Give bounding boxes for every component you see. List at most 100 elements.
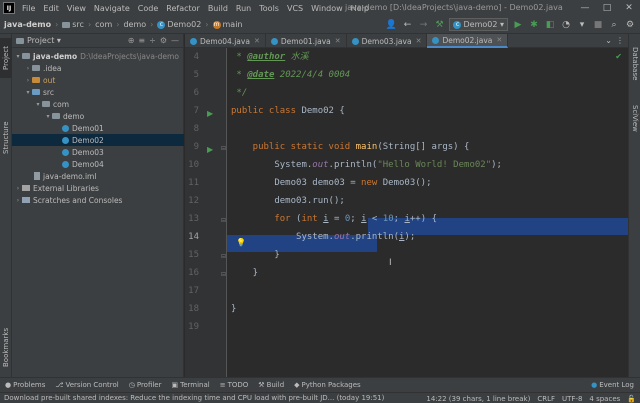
indent-setting[interactable]: 4 spaces bbox=[589, 395, 620, 403]
tree-item-demo03[interactable]: Demo03 bbox=[12, 146, 184, 158]
tree-item-idea[interactable]: › .idea bbox=[12, 62, 184, 74]
more-run-icon[interactable]: ▾ bbox=[576, 19, 588, 31]
tab-demo02[interactable]: Demo02.java ✕ bbox=[427, 34, 509, 48]
tree-item-label: java-demo.iml bbox=[43, 171, 97, 181]
menu-edit[interactable]: Edit bbox=[39, 4, 63, 13]
tree-item-label: demo bbox=[63, 111, 85, 121]
breadcrumb-src[interactable]: src bbox=[60, 20, 86, 29]
code-token: .println( bbox=[328, 160, 378, 170]
hide-icon[interactable]: — bbox=[171, 36, 179, 45]
method-icon: m bbox=[212, 20, 221, 29]
close-icon[interactable]: ✕ bbox=[496, 36, 502, 44]
profiler-tab[interactable]: ◷ Profiler bbox=[124, 381, 167, 389]
debug-icon[interactable]: ✱ bbox=[528, 19, 540, 31]
build-tab[interactable]: ⚒ Build bbox=[253, 381, 289, 389]
fold-icon[interactable]: ⊟ bbox=[221, 145, 226, 152]
event-log-label: Event Log bbox=[599, 381, 634, 389]
tab-demo01[interactable]: Demo01.java ✕ bbox=[266, 34, 347, 48]
minimize-button[interactable]: — bbox=[574, 0, 596, 16]
line-separator[interactable]: CRLF bbox=[537, 395, 555, 403]
file-encoding[interactable]: UTF-8 bbox=[562, 395, 582, 403]
search-icon[interactable]: ⌕ bbox=[608, 19, 620, 31]
tree-item-scratches[interactable]: › Scratches and Consoles bbox=[12, 194, 184, 206]
bookmarks-tool-tab[interactable]: Bookmarks bbox=[0, 324, 12, 370]
close-window-button[interactable]: ✕ bbox=[618, 0, 640, 16]
user-icon[interactable]: 👤 bbox=[385, 19, 397, 31]
tree-item-demo04[interactable]: Demo04 bbox=[12, 158, 184, 170]
project-view-select[interactable]: Project ▾ bbox=[27, 36, 61, 45]
line-number: 7 bbox=[193, 106, 199, 116]
todo-tab[interactable]: ≡ TODO bbox=[215, 381, 254, 389]
breadcrumb-project[interactable]: java-demo bbox=[0, 20, 53, 29]
terminal-tab[interactable]: ▣ Terminal bbox=[167, 381, 215, 389]
run-class-icon[interactable]: ▶ bbox=[207, 109, 213, 118]
sciview-tool-tab[interactable]: SciView bbox=[629, 98, 640, 138]
event-log-tab[interactable]: ● Event Log bbox=[586, 381, 640, 389]
tree-item-demo[interactable]: ▾ demo bbox=[12, 110, 184, 122]
python-packages-tab[interactable]: ◆ Python Packages bbox=[289, 381, 366, 389]
tree-item-demo01[interactable]: Demo01 bbox=[12, 122, 184, 134]
run-main-icon[interactable]: ▶ bbox=[207, 145, 213, 154]
fold-icon[interactable]: ⊟ bbox=[221, 217, 226, 224]
stop-icon[interactable]: ■ bbox=[592, 19, 604, 31]
maximize-button[interactable]: □ bbox=[596, 0, 618, 16]
breadcrumb-demo[interactable]: demo bbox=[121, 20, 148, 29]
profile-icon[interactable]: ◔ bbox=[560, 19, 572, 31]
hammer-icon[interactable]: ⚒ bbox=[433, 19, 445, 31]
menu-navigate[interactable]: Navigate bbox=[90, 4, 134, 13]
tree-item-com[interactable]: ▾ com bbox=[12, 98, 184, 110]
tree-item-java-demo[interactable]: ▾ java-demo D:\IdeaProjects\java-demo bbox=[12, 50, 184, 62]
tab-list-icon[interactable]: ⌄ bbox=[605, 36, 612, 45]
caret-position[interactable]: 14:22 (39 chars, 1 line break) bbox=[426, 395, 530, 403]
back-arrow-icon[interactable]: ← bbox=[401, 19, 413, 31]
run-icon[interactable]: ▶ bbox=[512, 19, 524, 31]
coverage-icon[interactable]: ◧ bbox=[544, 19, 556, 31]
menu-file[interactable]: File bbox=[18, 4, 39, 13]
status-message[interactable]: Download pre-built shared indexes: Reduc… bbox=[0, 394, 384, 402]
fold-icon[interactable]: ⊟ bbox=[221, 253, 226, 260]
version-control-tab[interactable]: ⎇ Version Control bbox=[50, 381, 123, 389]
menu-window[interactable]: Window bbox=[307, 4, 347, 13]
lock-icon[interactable]: 🔓 bbox=[627, 395, 636, 403]
locate-icon[interactable]: ⊕ bbox=[128, 36, 135, 45]
close-icon[interactable]: ✕ bbox=[254, 37, 260, 45]
menu-code[interactable]: Code bbox=[134, 4, 162, 13]
tree-item-out[interactable]: › out bbox=[12, 74, 184, 86]
fold-icon[interactable]: ⊟ bbox=[221, 271, 226, 278]
menu-view[interactable]: View bbox=[63, 4, 90, 13]
tree-item-src[interactable]: ▾ src bbox=[12, 86, 184, 98]
tab-demo03[interactable]: Demo03.java ✕ bbox=[347, 34, 428, 48]
code-token: * bbox=[231, 52, 248, 62]
menu-run[interactable]: Run bbox=[232, 4, 255, 13]
inspection-ok-icon[interactable]: ✔ bbox=[615, 52, 622, 61]
settings-icon[interactable]: ⚙ bbox=[624, 19, 636, 31]
structure-tool-tab[interactable]: Structure bbox=[0, 118, 12, 158]
collapse-all-icon[interactable]: ÷ bbox=[149, 36, 156, 45]
close-icon[interactable]: ✕ bbox=[416, 37, 422, 45]
problems-tab[interactable]: ● Problems bbox=[0, 381, 50, 389]
run-configuration-select[interactable]: c Demo02 ▾ bbox=[449, 18, 508, 31]
menu-tools[interactable]: Tools bbox=[255, 4, 283, 13]
breadcrumb-com[interactable]: com bbox=[93, 20, 114, 29]
forward-arrow-icon[interactable]: → bbox=[417, 19, 429, 31]
menu-refactor[interactable]: Refactor bbox=[162, 4, 204, 13]
breadcrumb-demo02[interactable]: c Demo02 bbox=[155, 20, 203, 29]
tree-item-demo02[interactable]: Demo02 bbox=[12, 134, 184, 146]
chevron-down-icon: ▾ bbox=[36, 100, 40, 108]
scratches-icon bbox=[22, 197, 30, 203]
tab-demo04[interactable]: Demo04.java ✕ bbox=[185, 34, 266, 48]
menu-vcs[interactable]: VCS bbox=[283, 4, 307, 13]
menu-build[interactable]: Build bbox=[204, 4, 232, 13]
line-number: 6 bbox=[193, 88, 199, 98]
expand-all-icon[interactable]: ≡ bbox=[138, 36, 145, 45]
tree-item-external-libraries[interactable]: › External Libraries bbox=[12, 182, 184, 194]
more-options-icon[interactable]: ⋮ bbox=[616, 36, 624, 45]
chevron-down-icon: ▾ bbox=[46, 112, 50, 120]
project-tool-tab[interactable]: Project bbox=[0, 38, 12, 78]
tree-item-iml[interactable]: java-demo.iml bbox=[12, 170, 184, 182]
database-tool-tab[interactable]: Database bbox=[629, 42, 640, 86]
breadcrumb-main[interactable]: m main bbox=[211, 20, 245, 29]
close-icon[interactable]: ✕ bbox=[335, 37, 341, 45]
gear-icon[interactable]: ⚙ bbox=[160, 36, 167, 45]
code-editor[interactable]: ✔ 💡 * @author 水溪 * @date 2022/4/4 0004 *… bbox=[227, 48, 628, 377]
